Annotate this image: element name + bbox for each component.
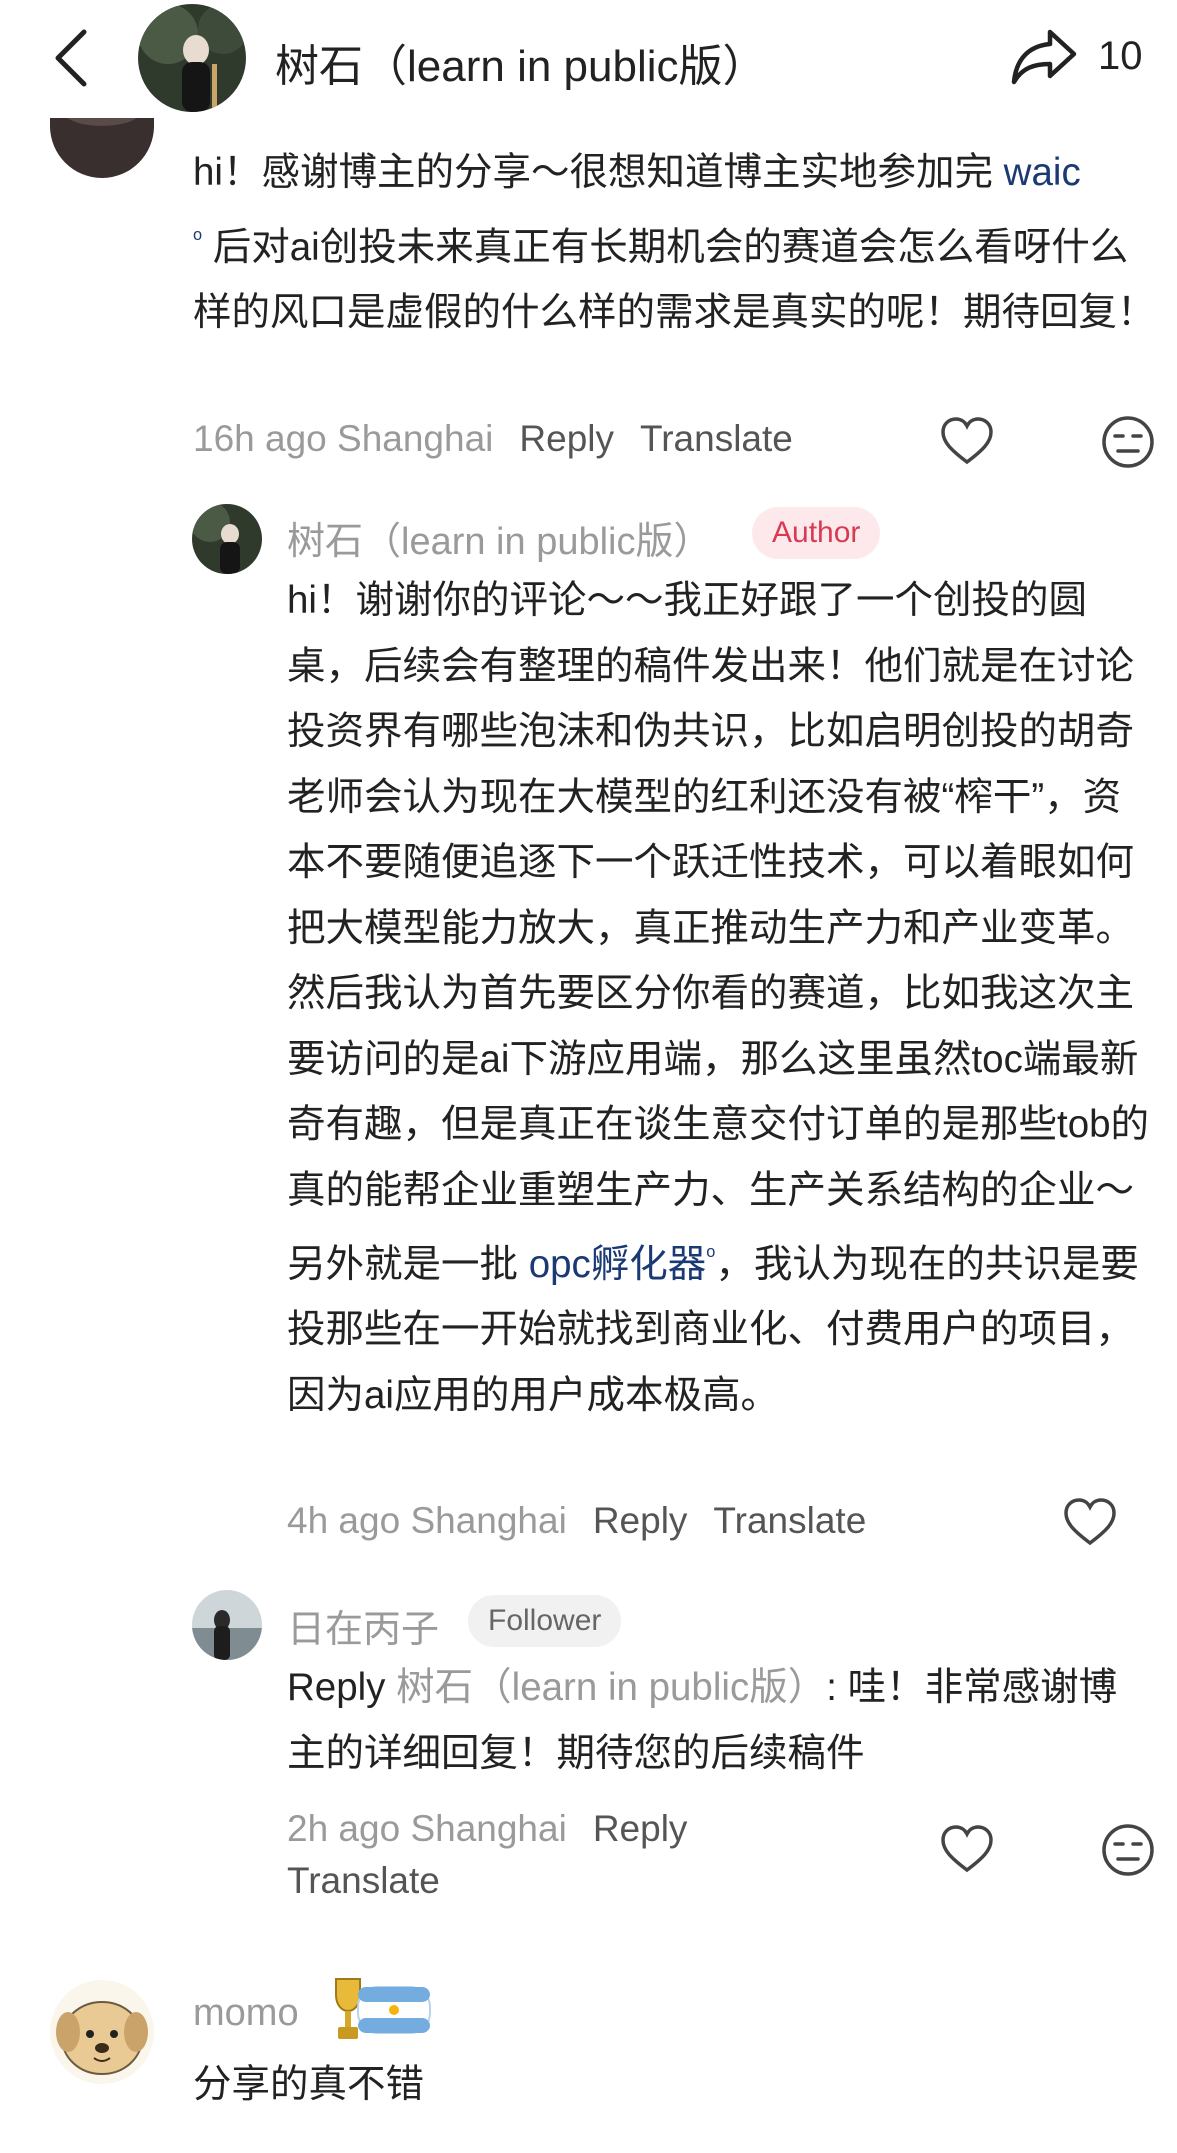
comment-text: hi！感谢博主的分享～很想知道博主实地参加完 waic ᵒ 后对ai创投未来真正有… (193, 140, 1165, 345)
comment-meta: 16h ago Shanghai Reply Translate (193, 418, 793, 460)
like-button[interactable] (939, 1822, 995, 1878)
commenter-name[interactable]: momo (193, 1992, 299, 2035)
unamused-face-icon (1102, 1824, 1154, 1876)
search-icon: ᵒ (193, 224, 203, 252)
follower-avatar[interactable] (192, 1590, 262, 1660)
share-count: 10 (1098, 34, 1143, 78)
follower-reply-time: 2h ago Shanghai (287, 1808, 567, 1849)
dislike-button[interactable] (1100, 1822, 1156, 1878)
reply-target[interactable]: 树石（learn in public版） (396, 1666, 826, 1709)
reply-prefix: Reply (287, 1666, 386, 1709)
follower-name[interactable]: 日在丙子 (287, 1598, 439, 1653)
share-button[interactable] (1010, 26, 1080, 86)
search-link[interactable]: waic (1004, 151, 1081, 194)
translate-button[interactable]: Translate (640, 418, 793, 459)
translate-button[interactable]: Translate (287, 1860, 440, 1901)
back-button[interactable] (50, 28, 94, 88)
comment-text-part: hi！感谢博主的分享～很想知道博主实地参加完 (193, 151, 1004, 194)
header-avatar[interactable] (138, 4, 246, 112)
search-icon: ᵒ (706, 1242, 716, 1269)
author-reply-text-part: hi！谢谢你的评论～～我正好跟了一个创投的圆桌，后续会有整理的稿件发出来！他们就… (287, 579, 1150, 1286)
like-button[interactable] (939, 414, 995, 470)
comment-text: 分享的真不错 (193, 2063, 425, 2106)
author-reply-time: 4h ago Shanghai (287, 1500, 567, 1541)
follower-badge: Follower (468, 1595, 622, 1647)
comment-text-part: 后对ai创投未来真正有长期机会的赛道会怎么看呀什么样的风口是虚假的什么样的需求是… (193, 225, 1156, 334)
author-name[interactable]: 树石（learn in public版） (287, 510, 711, 565)
reply-button[interactable]: Reply (519, 418, 614, 459)
chevron-left-icon (55, 29, 87, 87)
heart-outline-icon (941, 417, 993, 465)
author-avatar[interactable] (192, 504, 262, 574)
heart-outline-icon (1064, 1498, 1116, 1546)
dislike-button[interactable] (1100, 414, 1156, 470)
user-badges (330, 1975, 431, 2045)
commenter-avatar[interactable] (50, 1980, 154, 2084)
translate-button[interactable]: Translate (713, 1500, 866, 1541)
follower-reply-meta: 2h ago Shanghai Reply (287, 1808, 687, 1850)
top-bar: 树石（learn in public版） 10 (0, 0, 1177, 118)
share-arrow-icon (1011, 29, 1077, 85)
page-title: 树石（learn in public版） (275, 42, 767, 91)
reply-button[interactable]: Reply (593, 1808, 688, 1849)
unamused-face-icon (1102, 416, 1154, 468)
comment-time: 16h ago Shanghai (193, 418, 494, 459)
like-button[interactable] (1062, 1495, 1118, 1551)
heart-outline-icon (941, 1825, 993, 1873)
argentina-flag-icon (357, 1986, 431, 2034)
author-badge: Author (752, 507, 881, 559)
author-reply-text: hi！谢谢你的评论～～我正好跟了一个创投的圆桌，后续会有整理的稿件发出来！他们就… (287, 568, 1155, 1428)
follower-reply-text: Reply 树石（learn in public版）: 哇！非常感谢博主的详细回… (287, 1655, 1155, 1786)
author-reply-meta: 4h ago Shanghai Reply Translate (287, 1500, 866, 1542)
follower-reply-meta-second-line: Translate (287, 1860, 440, 1902)
reply-button[interactable]: Reply (593, 1500, 688, 1541)
search-link[interactable]: opc孵化器 (529, 1243, 707, 1286)
